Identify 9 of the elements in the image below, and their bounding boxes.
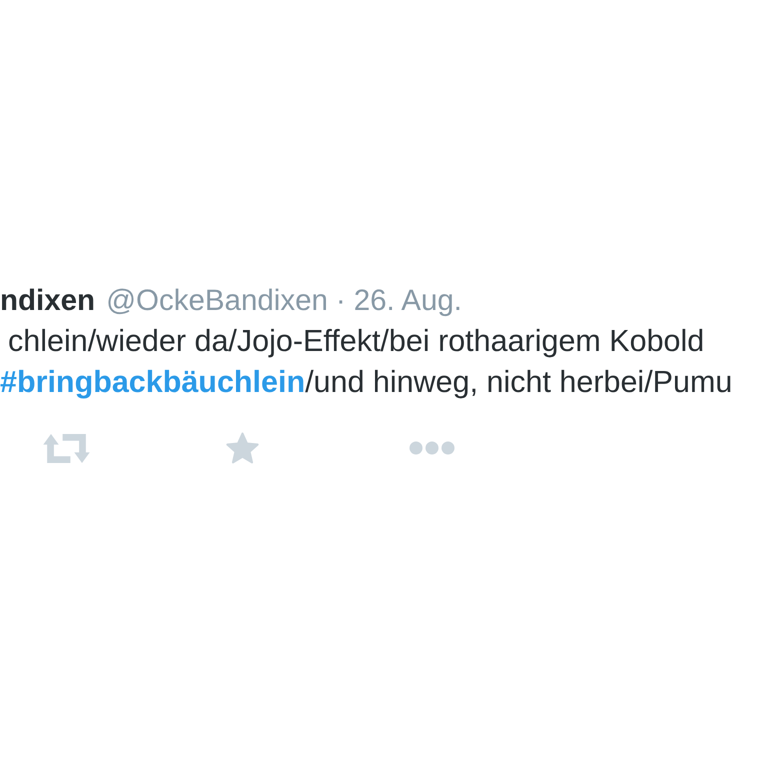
tweet-text: chlein/wieder da/Jojo-Effekt/bei rothaarigem Kobold #bringbackbäuchlein/und hinweg, nicht herbei/Pumu (0, 323, 734, 401)
more-icon[interactable] (409, 441, 455, 455)
author-handle[interactable]: @OckeBandixen (106, 283, 328, 319)
hashtag-link[interactable]: #bringbackbäuchlein (0, 365, 306, 399)
tweet-time[interactable]: 26. Aug. (354, 283, 462, 319)
author-name[interactable]: ndixen (0, 283, 96, 319)
retweet-icon[interactable] (43, 432, 90, 464)
star-icon[interactable] (226, 432, 259, 464)
separator-dot: · (336, 283, 346, 319)
